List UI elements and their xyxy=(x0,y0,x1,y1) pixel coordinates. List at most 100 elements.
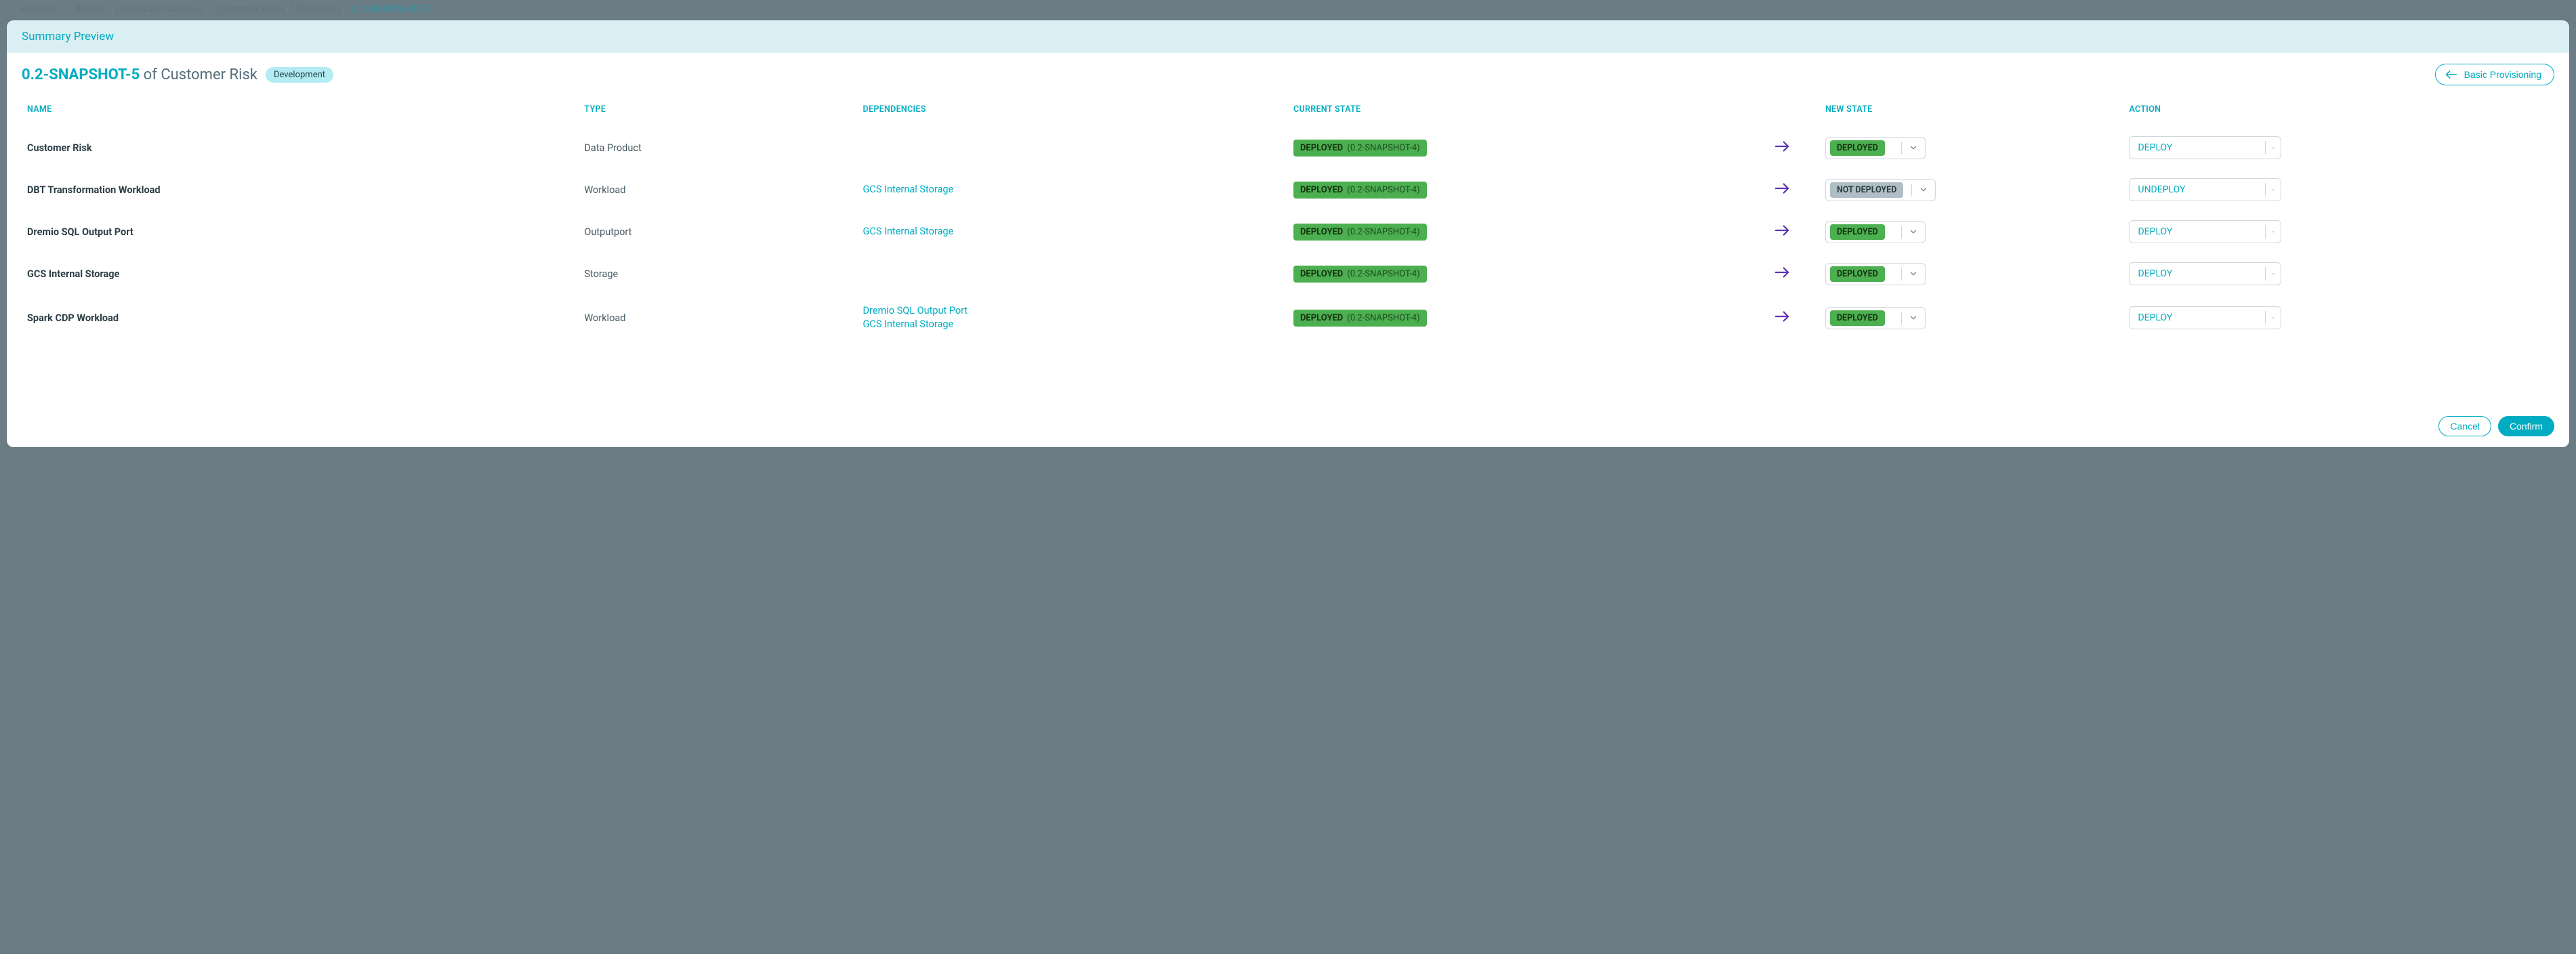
action-select[interactable]: DEPLOY xyxy=(2129,136,2281,159)
arrow-right-icon xyxy=(1744,211,1820,253)
breadcrumb: witboost / Builder / Software Catalog / Custom… xyxy=(7,0,2569,20)
row-dependencies: GCS Internal Storage xyxy=(858,211,1288,253)
new-state-select[interactable]: DEPLOYED xyxy=(1825,307,1926,329)
provisioning-table: NAME TYPE DEPENDENCIES CURRENT STATE NEW… xyxy=(22,95,2554,341)
row-type: Workload xyxy=(579,295,857,341)
row-action: DEPLOY xyxy=(2123,127,2554,169)
dialog-footer: Cancel Confirm xyxy=(7,341,2569,447)
row-new-state: DEPLOYED xyxy=(1820,253,2124,295)
row-dependencies: GCS Internal Storage xyxy=(858,169,1288,211)
row-current-state: DEPLOYED(0.2-SNAPSHOT-4) xyxy=(1288,295,1744,341)
table-row: Dremio SQL Output PortOutputport GCS Inte… xyxy=(22,211,2554,253)
state-pill: DEPLOYED(0.2-SNAPSHOT-4) xyxy=(1293,266,1427,283)
chevron-down-icon[interactable] xyxy=(2266,263,2281,285)
confirm-button[interactable]: Confirm xyxy=(2498,416,2554,436)
state-pill: DEPLOYED(0.2-SNAPSHOT-4) xyxy=(1293,224,1427,241)
row-name: Spark CDP Workload xyxy=(22,295,579,341)
col-newstate: NEW STATE xyxy=(1820,95,2124,127)
row-new-state: NOT DEPLOYED xyxy=(1820,169,2124,211)
arrow-right-icon xyxy=(1744,295,1820,341)
title-product: Customer Risk xyxy=(161,66,257,83)
breadcrumb-item[interactable]: Builder xyxy=(75,3,106,15)
table-row: Customer RiskData ProductDEPLOYED(0.2-SN… xyxy=(22,127,2554,169)
dependency-link[interactable]: GCS Internal Storage xyxy=(863,318,1283,331)
col-current: CURRENT STATE xyxy=(1288,95,1744,127)
row-new-state: DEPLOYED xyxy=(1820,295,2124,341)
row-dependencies xyxy=(858,127,1288,169)
title-of: of xyxy=(144,66,157,83)
separator xyxy=(1901,142,1902,154)
arrow-right-icon xyxy=(1744,169,1820,211)
row-new-state: DEPLOYED xyxy=(1820,127,2124,169)
separator xyxy=(1911,184,1912,196)
state-pill: DEPLOYED(0.2-SNAPSHOT-4) xyxy=(1293,310,1427,327)
new-state-select[interactable]: DEPLOYED xyxy=(1825,137,1926,159)
breadcrumb-current: 0.2-SNAPSHOT-5 xyxy=(351,3,430,15)
arrow-left-icon xyxy=(2445,70,2457,79)
action-select[interactable]: DEPLOY xyxy=(2129,220,2281,243)
chevron-down-icon[interactable] xyxy=(1916,182,1931,198)
environment-chip: Development xyxy=(266,67,333,83)
page-title: 0.2-SNAPSHOT-5 of Customer Risk xyxy=(22,66,257,83)
col-type: TYPE xyxy=(579,95,857,127)
new-state-select[interactable]: DEPLOYED xyxy=(1825,221,1926,243)
row-type: Storage xyxy=(579,253,857,295)
basic-provisioning-label: Basic Provisioning xyxy=(2464,69,2541,80)
new-state-pill: DEPLOYED xyxy=(1830,224,1885,240)
panel-header: Summary Preview xyxy=(7,20,2569,53)
row-type: Workload xyxy=(579,169,857,211)
dependency-link[interactable]: GCS Internal Storage xyxy=(863,183,1283,196)
row-current-state: DEPLOYED(0.2-SNAPSHOT-4) xyxy=(1288,253,1744,295)
row-name: Dremio SQL Output Port xyxy=(22,211,579,253)
row-action: DEPLOY xyxy=(2123,211,2554,253)
breadcrumb-item[interactable]: Software Catalog xyxy=(121,3,199,15)
row-action: DEPLOY xyxy=(2123,253,2554,295)
row-new-state: DEPLOYED xyxy=(1820,211,2124,253)
cancel-button[interactable]: Cancel xyxy=(2438,416,2491,436)
dependency-link[interactable]: GCS Internal Storage xyxy=(863,225,1283,239)
separator xyxy=(1901,312,1902,325)
action-select[interactable]: DEPLOY xyxy=(2129,262,2281,285)
breadcrumb-separator: / xyxy=(341,3,346,15)
chevron-down-icon[interactable] xyxy=(2266,137,2281,159)
new-state-pill: DEPLOYED xyxy=(1830,140,1885,156)
dependency-link[interactable]: Dremio SQL Output Port xyxy=(863,304,1283,318)
col-deps: DEPENDENCIES xyxy=(858,95,1288,127)
new-state-select[interactable]: DEPLOYED xyxy=(1825,263,1926,285)
breadcrumb-item[interactable]: witboost xyxy=(20,3,60,15)
state-pill: DEPLOYED(0.2-SNAPSHOT-4) xyxy=(1293,182,1427,199)
basic-provisioning-button[interactable]: Basic Provisioning xyxy=(2435,64,2554,85)
title-row: 0.2-SNAPSHOT-5 of Customer Risk Developm… xyxy=(7,53,2569,92)
breadcrumb-separator: / xyxy=(65,3,69,15)
arrow-right-icon xyxy=(1744,253,1820,295)
separator xyxy=(1901,268,1902,281)
breadcrumb-item[interactable]: Customer Risk xyxy=(214,3,280,15)
chevron-down-icon[interactable] xyxy=(2266,221,2281,243)
new-state-pill: DEPLOYED xyxy=(1830,310,1885,326)
col-action: ACTION xyxy=(2123,95,2554,127)
action-select[interactable]: UNDEPLOY xyxy=(2129,178,2281,201)
row-current-state: DEPLOYED(0.2-SNAPSHOT-4) xyxy=(1288,169,1744,211)
row-name: GCS Internal Storage xyxy=(22,253,579,295)
chevron-down-icon[interactable] xyxy=(2266,179,2281,201)
row-current-state: DEPLOYED(0.2-SNAPSHOT-4) xyxy=(1288,127,1744,169)
chevron-down-icon[interactable] xyxy=(1906,140,1921,156)
breadcrumb-item[interactable]: Releases xyxy=(295,3,336,15)
col-name: NAME xyxy=(22,95,579,127)
chevron-down-icon[interactable] xyxy=(1906,224,1921,240)
new-state-select[interactable]: NOT DEPLOYED xyxy=(1825,179,1936,201)
chevron-down-icon[interactable] xyxy=(1906,266,1921,282)
action-select[interactable]: DEPLOY xyxy=(2129,306,2281,329)
chevron-down-icon[interactable] xyxy=(2266,307,2281,329)
breadcrumb-separator: / xyxy=(286,3,290,15)
arrow-right-icon xyxy=(1744,127,1820,169)
row-current-state: DEPLOYED(0.2-SNAPSHOT-4) xyxy=(1288,211,1744,253)
row-type: Outputport xyxy=(579,211,857,253)
action-label: UNDEPLOY xyxy=(2130,179,2265,201)
separator xyxy=(1901,226,1902,239)
table-row: GCS Internal StorageStorage DEPLOYED(0.2-… xyxy=(22,253,2554,295)
action-label: DEPLOY xyxy=(2130,263,2265,285)
chevron-down-icon[interactable] xyxy=(1906,310,1921,326)
breadcrumb-separator: / xyxy=(205,3,209,15)
row-type: Data Product xyxy=(579,127,857,169)
